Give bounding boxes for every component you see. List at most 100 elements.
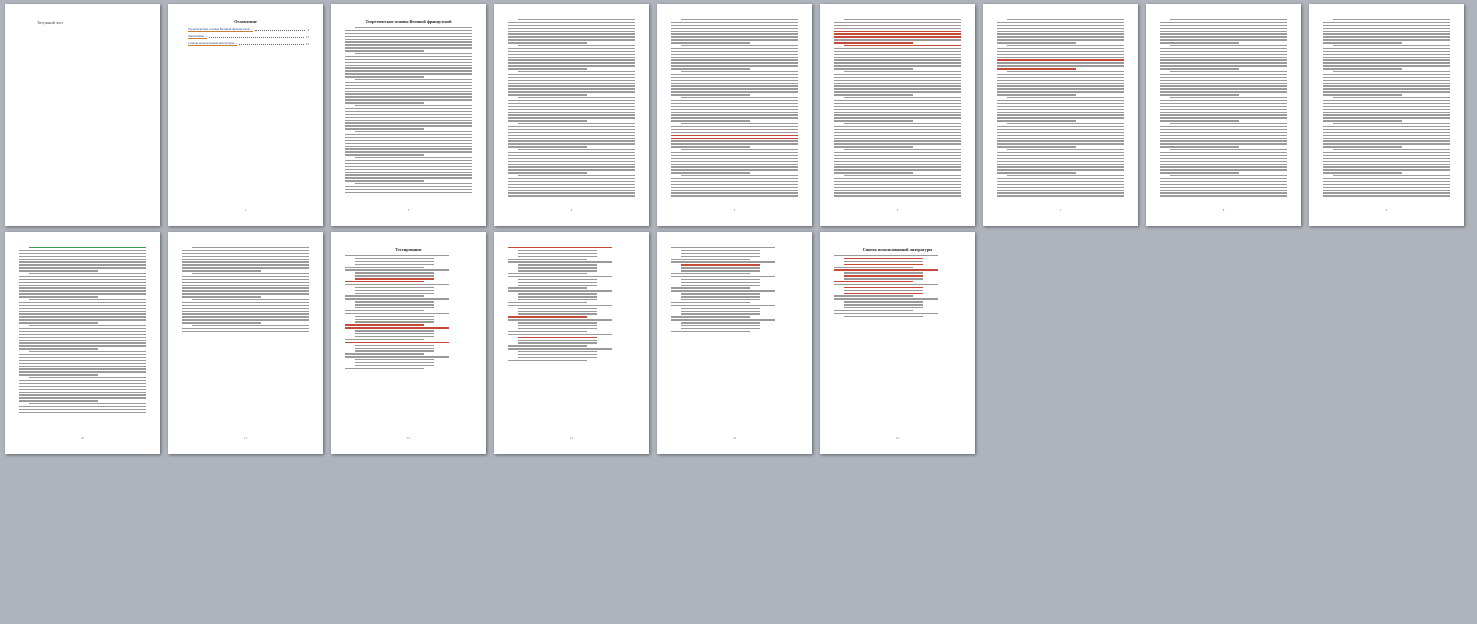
text-line bbox=[345, 353, 424, 355]
text-line bbox=[681, 299, 760, 301]
text-line bbox=[1160, 62, 1287, 64]
text-line bbox=[1323, 134, 1450, 137]
toc-entry-label[interactable]: Теоретические основы Великой французской… bbox=[188, 27, 253, 32]
text-line bbox=[834, 255, 939, 257]
text-line bbox=[355, 183, 472, 185]
text-line bbox=[345, 327, 450, 329]
text-line bbox=[355, 307, 434, 309]
text-line bbox=[1160, 27, 1287, 30]
text-line bbox=[19, 296, 98, 298]
text-line bbox=[671, 53, 798, 56]
text-line bbox=[671, 169, 798, 171]
text-line bbox=[518, 342, 597, 344]
text-line bbox=[671, 47, 798, 50]
text-line bbox=[345, 81, 472, 84]
text-line bbox=[518, 351, 597, 353]
text-line bbox=[19, 362, 146, 365]
text-line bbox=[997, 102, 1124, 105]
text-line bbox=[1333, 45, 1450, 47]
text-line bbox=[345, 171, 472, 173]
text-line bbox=[182, 293, 309, 295]
text-line bbox=[1160, 39, 1287, 41]
text-line bbox=[1007, 149, 1124, 151]
text-line bbox=[19, 322, 98, 324]
text-line bbox=[997, 189, 1124, 191]
text-line bbox=[508, 316, 587, 318]
text-line bbox=[182, 287, 309, 289]
text-line bbox=[345, 136, 472, 139]
text-line bbox=[182, 281, 309, 284]
text-line bbox=[508, 180, 635, 183]
text-line bbox=[182, 290, 309, 292]
text-line bbox=[681, 293, 760, 295]
text-line bbox=[19, 348, 98, 350]
text-line bbox=[834, 59, 961, 61]
text-line bbox=[671, 114, 798, 116]
text-line bbox=[681, 296, 760, 298]
text-line bbox=[508, 59, 635, 61]
text-line bbox=[671, 117, 798, 119]
toc-entry[interactable]: Заключение ... 11 bbox=[188, 34, 309, 39]
text-line bbox=[834, 125, 961, 128]
text-line bbox=[345, 298, 450, 300]
page-title: Титульный лист bbox=[37, 21, 64, 25]
text-line bbox=[508, 146, 587, 148]
text-line bbox=[671, 290, 776, 292]
text-line bbox=[1170, 97, 1287, 99]
text-line bbox=[844, 257, 923, 260]
text-line bbox=[1323, 111, 1450, 113]
document-page-14: 14 bbox=[657, 232, 812, 454]
text-line bbox=[345, 50, 424, 52]
text-line bbox=[1160, 134, 1287, 137]
text-line bbox=[345, 162, 472, 165]
text-line bbox=[681, 278, 760, 281]
text-line bbox=[1160, 166, 1287, 168]
text-line bbox=[1323, 24, 1450, 27]
text-line bbox=[834, 82, 961, 84]
toc-entry-label[interactable]: Заключение ... bbox=[188, 34, 208, 39]
text-line bbox=[508, 140, 635, 142]
text-line bbox=[997, 172, 1076, 174]
text-line bbox=[508, 247, 613, 249]
text-line bbox=[1160, 117, 1287, 119]
text-line bbox=[182, 267, 309, 269]
text-line bbox=[345, 38, 472, 40]
text-line bbox=[19, 304, 146, 307]
text-line bbox=[1007, 175, 1124, 177]
text-line bbox=[19, 365, 146, 367]
text-line bbox=[518, 336, 597, 338]
text-line bbox=[508, 62, 635, 64]
text-line bbox=[19, 342, 146, 344]
text-line bbox=[1323, 76, 1450, 79]
text-line bbox=[834, 192, 961, 194]
text-line bbox=[671, 154, 798, 157]
toc-entry-page: 11 bbox=[305, 35, 309, 39]
text-line bbox=[345, 174, 472, 176]
text-line bbox=[834, 94, 913, 96]
page-number: 3 bbox=[407, 208, 410, 212]
text-line bbox=[834, 47, 961, 50]
text-line bbox=[844, 149, 961, 151]
text-line bbox=[1160, 120, 1239, 122]
text-line bbox=[1160, 137, 1287, 139]
toc-entry[interactable]: Список используемой литературы ... 12 bbox=[188, 41, 309, 46]
text-line bbox=[1323, 163, 1450, 165]
text-line bbox=[1323, 50, 1450, 53]
page-number: 15 bbox=[896, 436, 899, 440]
text-line bbox=[834, 134, 961, 137]
text-line bbox=[345, 128, 424, 130]
toc-entry-label[interactable]: Список используемой литературы ... bbox=[188, 41, 238, 46]
text-line bbox=[345, 107, 472, 110]
text-line bbox=[1160, 56, 1287, 58]
text-line bbox=[518, 175, 635, 177]
text-line bbox=[997, 108, 1124, 110]
text-line bbox=[671, 85, 798, 87]
page-body-text bbox=[1323, 19, 1450, 197]
text-line bbox=[1323, 85, 1450, 87]
text-line bbox=[1323, 128, 1450, 131]
toc-entry[interactable]: Теоретические основы Великой французской… bbox=[188, 27, 309, 32]
text-line bbox=[345, 255, 450, 257]
text-line bbox=[508, 88, 635, 90]
text-line bbox=[997, 157, 1124, 160]
text-line bbox=[671, 131, 798, 134]
